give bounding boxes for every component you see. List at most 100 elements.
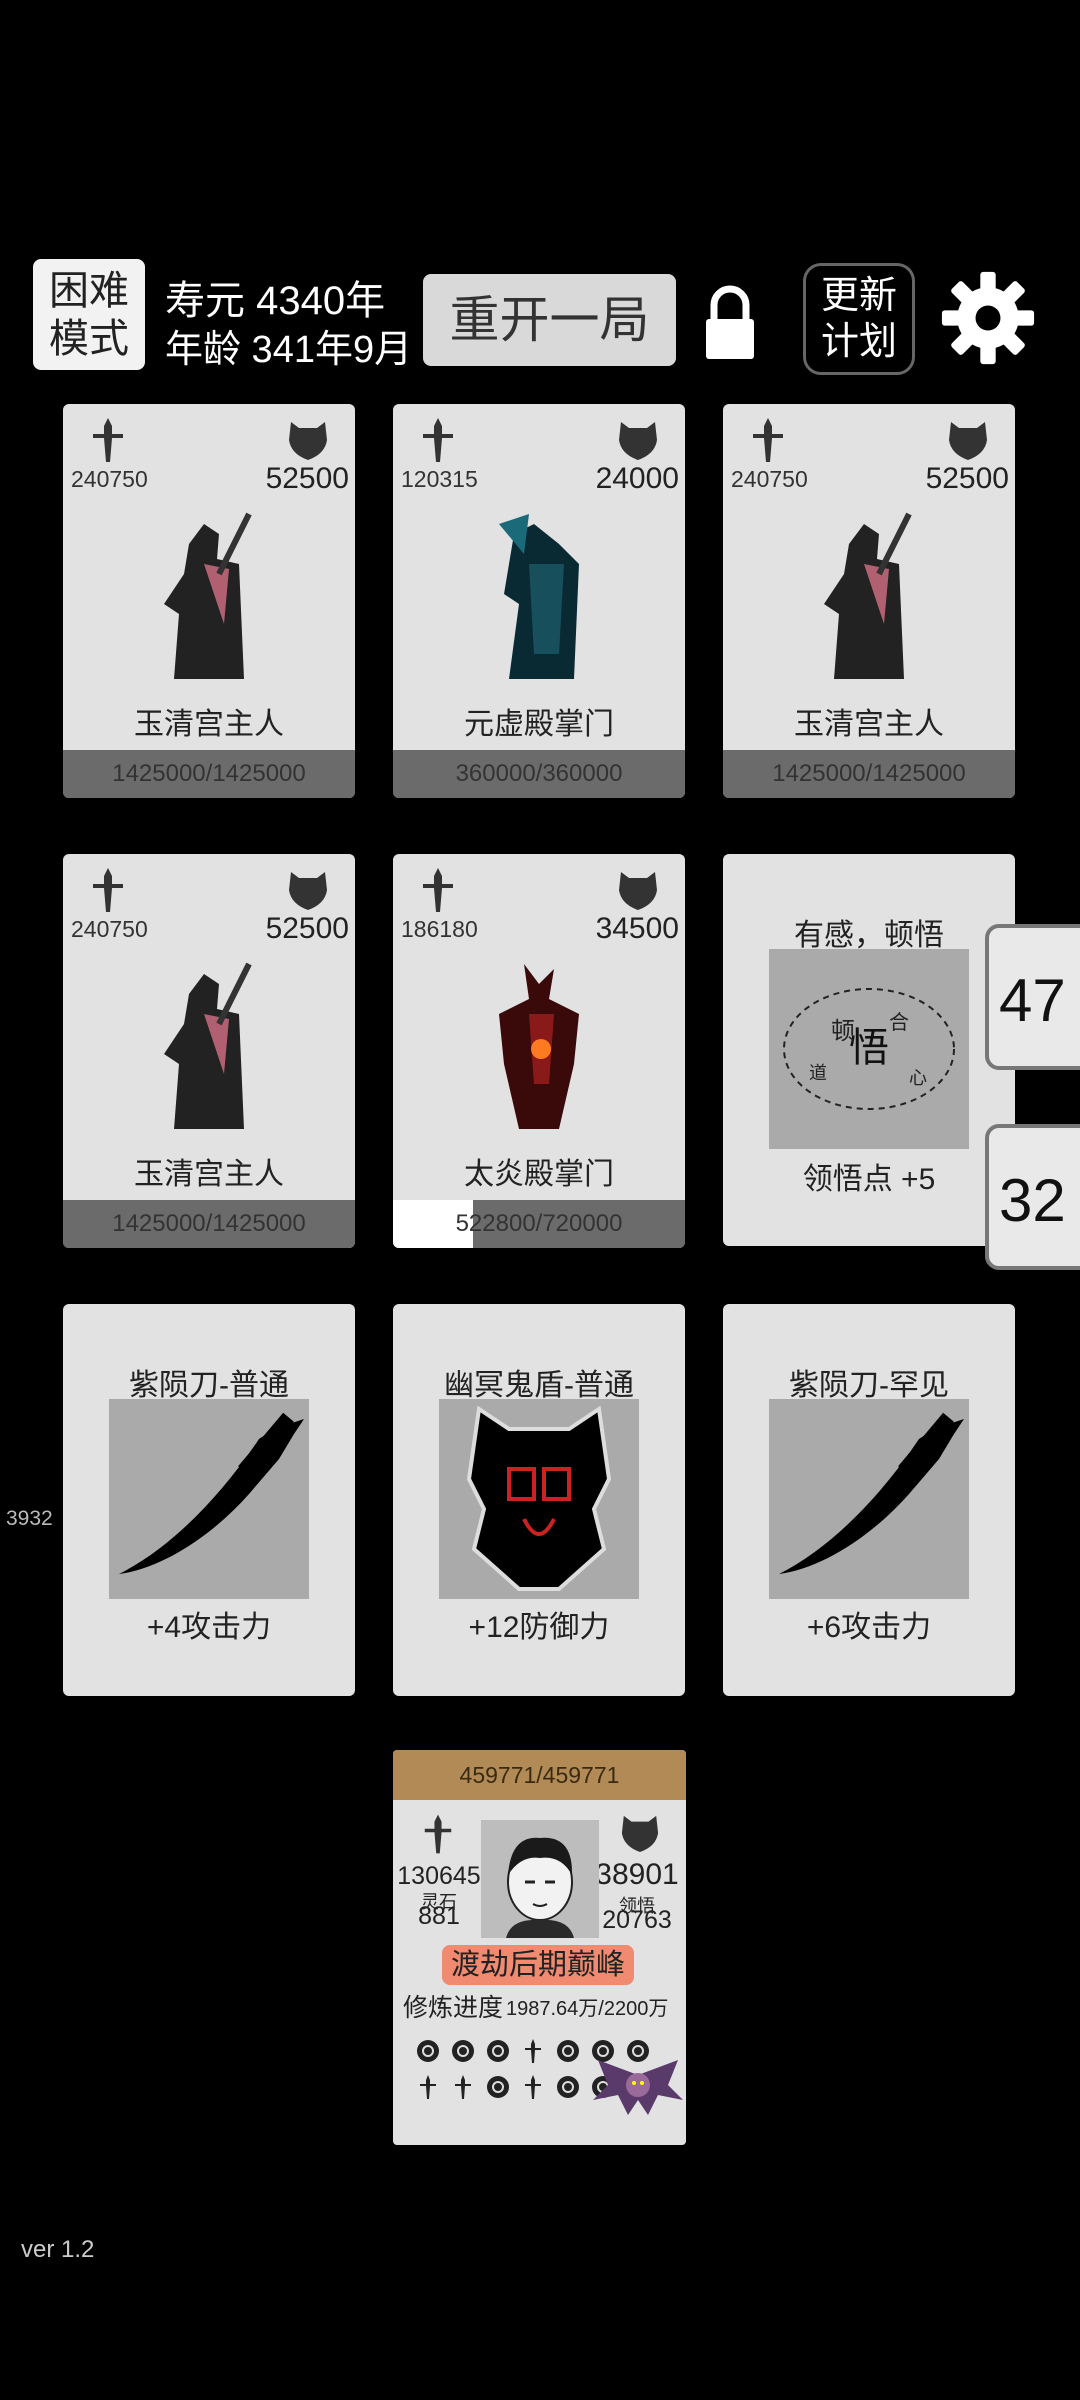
- enemy-hp-text: 1425000/1425000: [112, 760, 306, 787]
- enemy-portrait-icon: [499, 514, 579, 679]
- enemy-name: 玉清宫主人: [134, 1158, 284, 1191]
- enemy-card-taiyan[interactable]: 186180 34500 太炎殿掌门 522800/720000: [393, 854, 685, 1248]
- skill-orb-icon: [452, 2040, 474, 2062]
- item-stat: +12防御力: [468, 1611, 610, 1644]
- sword-icon: [423, 868, 453, 912]
- item-title: 幽冥鬼盾-普通: [444, 1369, 634, 1402]
- enemy-portrait-icon: [164, 512, 252, 679]
- enemy-hp-bar: 1425000/1425000: [723, 750, 1015, 798]
- insight-image: 悟 顿 合 道 心: [769, 949, 969, 1149]
- item-title: 紫陨刀-罕见: [789, 1369, 949, 1402]
- shield-icon: [289, 422, 327, 460]
- item-card-3[interactable]: 紫陨刀-罕见 +6攻击力: [723, 1304, 1015, 1696]
- sword-icon: [93, 868, 123, 912]
- skill-orb-icon: [557, 2076, 579, 2098]
- skill-orb-icon: [487, 2040, 509, 2062]
- item-title: 紫陨刀-普通: [129, 1369, 289, 1402]
- insight-card[interactable]: 有感，顿悟 悟 顿 合 道 心 领悟点 +5: [723, 854, 1015, 1246]
- shield-icon: [949, 422, 987, 460]
- item-card-2[interactable]: 幽冥鬼盾-普通 +12防御力: [393, 1304, 685, 1696]
- enemy-name: 玉清宫主人: [794, 708, 944, 741]
- sword-buff-icon: [525, 2039, 541, 2063]
- svg-text:顿: 顿: [831, 1017, 855, 1045]
- side-skill-button-1[interactable]: 47: [985, 924, 1080, 1070]
- shield-icon: [619, 422, 657, 460]
- enemy-attack: 240750: [71, 916, 148, 942]
- player-portrait-icon: [481, 1820, 599, 1938]
- version-label: ver 1.2: [21, 2236, 95, 2263]
- enemy-defense: 52500: [265, 462, 349, 495]
- enemy-hp-text: 522800/720000: [455, 1210, 623, 1237]
- sword-buff-icon: [420, 2075, 436, 2099]
- sword-buff-icon: [455, 2075, 471, 2099]
- lock-icon[interactable]: [700, 283, 760, 363]
- update-plan-button[interactable]: 更新 计划: [803, 263, 915, 375]
- svg-text:悟: 悟: [849, 1025, 889, 1071]
- enemy-card-yuqing-3[interactable]: 240750 52500 玉清宫主人 1425000/1425000: [63, 854, 355, 1248]
- shield-icon: [466, 1405, 612, 1591]
- realm-badge: 渡劫后期巅峰: [442, 1945, 634, 1985]
- left-counter: 3932: [6, 1507, 53, 1530]
- difficulty-mode-button[interactable]: 困难 模式: [33, 259, 145, 370]
- enemy-hp-bar: 1425000/1425000: [63, 750, 355, 798]
- insight-scroll-icon: 悟 顿 合 道 心: [783, 988, 955, 1110]
- difficulty-mode-label: 困难 模式: [49, 268, 129, 361]
- shield-icon: [289, 872, 327, 910]
- enemy-card-yuqing-2[interactable]: 240750 52500 玉清宫主人 1425000/1425000: [723, 404, 1015, 798]
- enemy-portrait-icon: [499, 964, 579, 1129]
- enemy-card-yuanxu[interactable]: 120315 24000 元虚殿掌门 360000/360000: [393, 404, 685, 798]
- enemy-attack: 240750: [731, 466, 808, 492]
- enemy-name: 太炎殿掌门: [464, 1158, 614, 1191]
- item-image: [109, 1399, 309, 1599]
- svg-text:道: 道: [809, 1063, 827, 1084]
- player-card[interactable]: 459771/459771 130645 灵石 881 38901 领悟 207…: [393, 1750, 686, 2145]
- sword-icon: [93, 418, 123, 462]
- progress-value: 1987.64万/2200万: [506, 1998, 669, 2020]
- player-hp-bar: 459771/459771: [393, 1750, 686, 1800]
- enemy-portrait-icon: [824, 512, 912, 679]
- settings-gear-icon[interactable]: [940, 270, 1036, 366]
- enemy-name: 玉清宫主人: [134, 708, 284, 741]
- blade-icon: [779, 1412, 964, 1574]
- enemy-defense: 24000: [595, 462, 679, 495]
- enemy-defense: 52500: [265, 912, 349, 945]
- sword-icon: [423, 418, 453, 462]
- update-plan-label: 更新 计划: [820, 275, 897, 363]
- svg-text:合: 合: [889, 1010, 909, 1034]
- player-avatar: [481, 1820, 599, 1938]
- side-skill-button-2[interactable]: 32: [985, 1124, 1080, 1270]
- player-defense: 38901: [595, 1858, 679, 1891]
- enemy-hp-bar: 1425000/1425000: [63, 1200, 355, 1248]
- insight-stat: 领悟点 +5: [802, 1163, 936, 1196]
- enemy-defense: 52500: [925, 462, 1009, 495]
- item-stat: +4攻击力: [146, 1611, 272, 1644]
- svg-text:心: 心: [909, 1068, 927, 1089]
- shield-icon: [619, 872, 657, 910]
- age-text: 年龄 341年9月: [165, 329, 413, 371]
- enemy-hp-bar: 522800/720000: [393, 1200, 685, 1248]
- skill-orb-icon: [417, 2040, 439, 2062]
- side-skill-count-1: 47: [999, 967, 1066, 1034]
- player-attack: 130645: [397, 1862, 481, 1890]
- item-image: [439, 1399, 639, 1599]
- enemy-hp-text: 1425000/1425000: [772, 760, 966, 787]
- skill-orb-icon: [557, 2040, 579, 2062]
- side-skill-count-2: 32: [999, 1167, 1066, 1234]
- item-card-1[interactable]: 紫陨刀-普通 +4攻击力: [63, 1304, 355, 1696]
- restart-button[interactable]: 重开一局: [423, 274, 676, 366]
- progress-label: 修炼进度: [403, 1994, 504, 2022]
- enemy-card-yuqing-1[interactable]: 240750 52500 玉清宫主人 1425000/1425000: [63, 404, 355, 798]
- insight-title: 有感，顿悟: [794, 919, 944, 952]
- enemy-attack: 186180: [401, 916, 478, 942]
- blade-icon: [119, 1412, 304, 1574]
- item-image: [769, 1399, 969, 1599]
- enemy-defense: 34500: [595, 912, 679, 945]
- enemy-attack: 120315: [401, 466, 478, 492]
- shield-icon: [621, 1815, 659, 1853]
- enemy-hp-bar: 360000/360000: [393, 750, 685, 798]
- sword-buff-icon: [525, 2075, 541, 2099]
- sword-icon: [424, 1814, 452, 1854]
- bat-pet-icon: [593, 2060, 683, 2115]
- skill-orb-icon: [487, 2076, 509, 2098]
- item-stat: +6攻击力: [806, 1611, 932, 1644]
